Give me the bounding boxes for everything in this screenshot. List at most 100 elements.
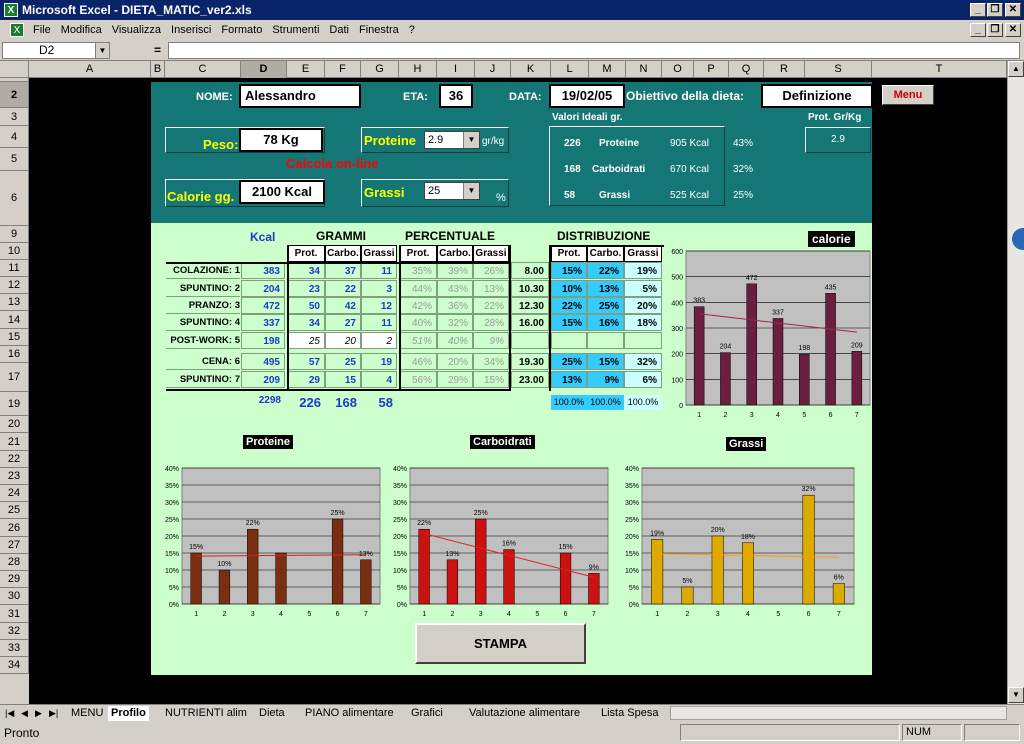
column-header[interactable]: D (241, 61, 287, 78)
row-header[interactable]: 22 (0, 451, 29, 468)
doc-restore-button[interactable]: ❐ (987, 23, 1003, 37)
data-field[interactable]: 19/02/05 (549, 84, 625, 108)
meal-cell-p[interactable]: 50 (287, 297, 325, 314)
peso-field[interactable]: 78 Kg (239, 128, 323, 152)
select-all-corner[interactable] (0, 61, 29, 78)
meal-cell-g[interactable]: 2 (361, 332, 397, 349)
row-header[interactable]: 32 (0, 623, 29, 640)
menu-item-1[interactable]: Modifica (56, 24, 107, 36)
column-header[interactable]: F (325, 61, 361, 78)
meal-cell-p[interactable]: 23 (287, 280, 325, 297)
meal-cell-c[interactable]: 27 (325, 314, 361, 331)
close-button[interactable]: ✕ (1005, 3, 1021, 17)
tab-last-icon[interactable]: ▶| (46, 706, 61, 721)
row-header[interactable]: 14 (0, 311, 29, 329)
column-header[interactable]: O (662, 61, 694, 78)
column-header[interactable]: I (437, 61, 475, 78)
meal-cell-c[interactable]: 25 (325, 353, 361, 370)
tab-first-icon[interactable]: |◀ (2, 706, 17, 721)
column-header[interactable]: B (151, 61, 165, 78)
row-header[interactable]: 21 (0, 433, 29, 451)
column-header[interactable]: P (694, 61, 729, 78)
row-header[interactable]: 3 (0, 108, 29, 126)
meal-cell-g[interactable]: 11 (361, 262, 397, 279)
column-header[interactable]: G (361, 61, 399, 78)
minimize-button[interactable]: _ (970, 3, 986, 17)
row-header[interactable]: 11 (0, 260, 29, 277)
eta-field[interactable]: 36 (439, 84, 473, 108)
tab-next-icon[interactable]: ▶ (32, 706, 45, 721)
row-header[interactable]: 9 (0, 226, 29, 243)
meal-cell-g[interactable]: 11 (361, 314, 397, 331)
row-header[interactable]: 31 (0, 605, 29, 623)
row-header[interactable]: 10 (0, 243, 29, 260)
row-header[interactable]: 19 (0, 392, 29, 416)
chevron-down-icon[interactable]: ▼ (95, 43, 109, 58)
workbook-icon[interactable]: X (10, 23, 24, 37)
meal-cell-c[interactable]: 20 (325, 332, 361, 349)
meal-cell-c[interactable]: 42 (325, 297, 361, 314)
doc-minimize-button[interactable]: _ (970, 23, 986, 37)
row-header[interactable]: 26 (0, 519, 29, 537)
column-header[interactable]: S (805, 61, 872, 78)
calorie-field[interactable]: 2100 Kcal (239, 180, 325, 204)
column-header[interactable]: E (287, 61, 325, 78)
meal-cell-p[interactable]: 34 (287, 262, 325, 279)
row-header[interactable]: 23 (0, 468, 29, 485)
nome-field[interactable]: Alessandro (239, 84, 361, 108)
column-header[interactable]: N (626, 61, 662, 78)
meal-cell-c[interactable]: 22 (325, 280, 361, 297)
maximize-button[interactable]: ❐ (987, 3, 1003, 17)
meal-cell-g[interactable]: 3 (361, 280, 397, 297)
column-header[interactable]: J (475, 61, 511, 78)
row-header[interactable]: 13 (0, 294, 29, 311)
meal-cell-g[interactable]: 4 (361, 371, 397, 388)
tab-menu[interactable]: MENU (68, 706, 106, 721)
menu-item-6[interactable]: Dati (324, 24, 354, 36)
tab-lista-spesa[interactable]: Lista Spesa (598, 706, 661, 721)
meal-cell-p[interactable]: 57 (287, 353, 325, 370)
row-header[interactable]: 30 (0, 588, 29, 605)
tab-nutrienti-alim[interactable]: NUTRIENTI alim (162, 706, 250, 721)
obiettivo-field[interactable]: Definizione (761, 84, 873, 108)
row-header[interactable]: 17 (0, 363, 29, 392)
menu-item-4[interactable]: Formato (216, 24, 267, 36)
column-header[interactable]: T (872, 61, 1007, 78)
meal-cell-p[interactable]: 25 (287, 332, 325, 349)
row-header[interactable]: 4 (0, 126, 29, 148)
name-box[interactable]: D2 ▼ (2, 42, 110, 59)
scroll-down-icon[interactable]: ▼ (1008, 687, 1024, 703)
tab-dieta[interactable]: Dieta (256, 706, 288, 721)
stampa-button[interactable]: STAMPA (415, 623, 586, 664)
tab-valutazione-alimentare[interactable]: Valutazione alimentare (466, 706, 583, 721)
column-header[interactable]: Q (729, 61, 764, 78)
menu-item-2[interactable]: Visualizza (107, 24, 166, 36)
horizontal-scrollbar[interactable] (670, 706, 1007, 720)
menu-item-7[interactable]: Finestra (354, 24, 404, 36)
column-header[interactable]: A (29, 61, 151, 78)
meal-cell-g[interactable]: 12 (361, 297, 397, 314)
meal-cell-g[interactable]: 19 (361, 353, 397, 370)
column-header[interactable]: C (165, 61, 241, 78)
row-header[interactable]: 16 (0, 346, 29, 363)
meal-cell-c[interactable]: 15 (325, 371, 361, 388)
formula-input[interactable] (168, 42, 1020, 59)
row-header[interactable]: 2 (0, 82, 29, 108)
menu-item-3[interactable]: Inserisci (166, 24, 216, 36)
row-header[interactable]: 5 (0, 148, 29, 171)
column-header[interactable]: L (551, 61, 589, 78)
meal-cell-p[interactable]: 29 (287, 371, 325, 388)
vertical-scrollbar[interactable]: ▲ ▼ (1007, 61, 1024, 704)
doc-close-button[interactable]: ✕ (1005, 23, 1021, 37)
calcola-link[interactable]: Calcola on-line (286, 156, 378, 171)
chevron-down-icon[interactable]: ▼ (463, 132, 479, 148)
column-header[interactable]: M (589, 61, 626, 78)
row-header[interactable]: 27 (0, 537, 29, 554)
column-header[interactable]: H (399, 61, 437, 78)
tab-piano-alimentare[interactable]: PIANO alimentare (302, 706, 397, 721)
tab-profilo[interactable]: Profilo (108, 706, 149, 721)
grassi-select[interactable]: 25 ▼ (424, 182, 480, 200)
row-header[interactable]: 12 (0, 277, 29, 294)
menu-item-8[interactable]: ? (404, 24, 420, 36)
row-header[interactable]: 29 (0, 571, 29, 588)
